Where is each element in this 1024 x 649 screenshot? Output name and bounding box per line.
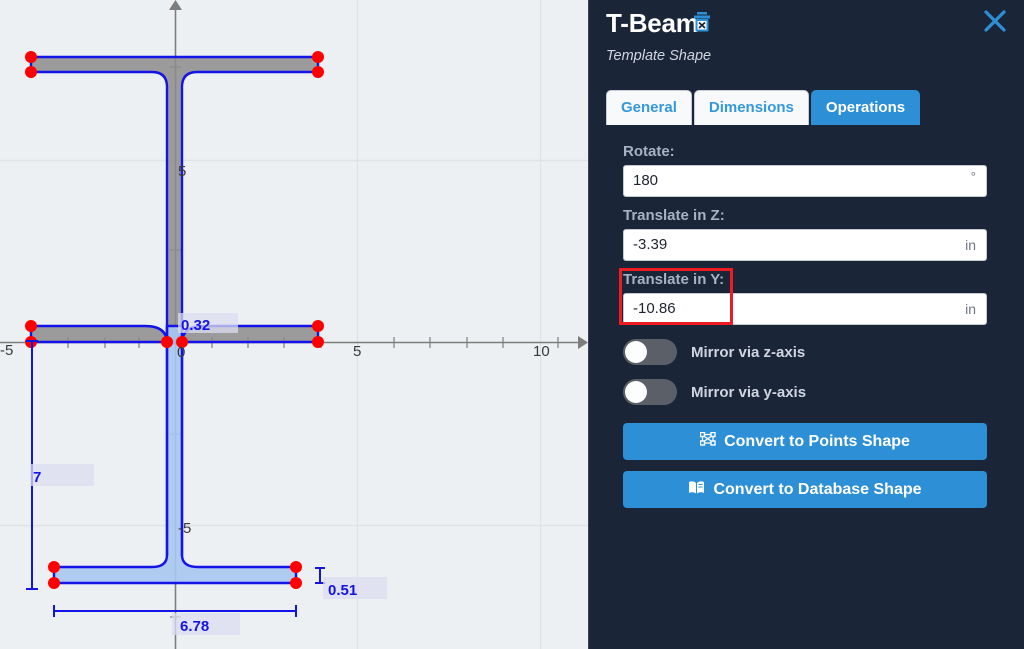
translate-y-label: Translate in Y: [623,271,725,288]
mirror-z-toggle[interactable] [623,339,677,365]
vector-nodes-icon [699,431,716,451]
x-tick-label: 5 [353,343,361,360]
rotate-unit: ° [970,169,976,184]
x-tick-label: 0 [177,344,185,361]
translate-z-value: -3.39 [633,236,668,253]
y-tick-label: -5 [178,520,191,537]
mirror-z-row: Mirror via z-axis [623,339,805,365]
shape-editor-app: -5 0 5 10 5 -5 0.32 7 0.51 6.78 T-Beam T… [0,0,1024,649]
rotate-label: Rotate: [623,143,675,160]
translate-y-input[interactable]: -10.86 in [623,293,987,325]
translate-y-unit: in [965,301,976,317]
preview-shape[interactable] [52,324,298,585]
convert-to-database-shape-button[interactable]: Convert to Database Shape [623,471,987,508]
y-axis-arrow [169,0,182,10]
close-icon[interactable] [983,9,1007,33]
x-tick-label: -5 [0,342,13,359]
toggle-knob [625,341,647,363]
translate-z-unit: in [965,237,976,253]
operations-form: Rotate: 180 ° Translate in Z: -3.39 in T… [606,125,1005,530]
mirror-y-label: Mirror via y-axis [691,383,807,401]
mirror-y-row: Mirror via y-axis [623,379,806,405]
dimension-overall-height: 7 [33,469,41,486]
translate-z-input[interactable]: -3.39 in [623,229,987,261]
original-shape[interactable] [29,55,320,345]
convert-to-points-shape-button[interactable]: Convert to Points Shape [623,423,987,460]
translate-y-value: -10.86 [633,300,676,317]
trash-delete-icon[interactable] [693,12,711,32]
x-tick-label: 10 [533,343,550,360]
page-title: T-Beam [606,8,699,38]
tab-dimensions[interactable]: Dimensions [693,90,809,125]
convert-to-database-shape-label: Convert to Database Shape [713,480,922,498]
tab-operations[interactable]: Operations [810,90,921,125]
tab-bar: General Dimensions Operations [606,90,921,125]
tab-general[interactable]: General [606,90,692,125]
rotate-value: 180 [633,172,659,189]
book-database-icon [688,480,705,500]
grid-lines [0,0,588,649]
toggle-knob [625,381,647,403]
mirror-y-toggle[interactable] [623,379,677,405]
x-axis-arrow [578,336,588,349]
translate-z-label: Translate in Z: [623,207,725,224]
dimension-flange-thickness: 0.51 [328,582,357,599]
shape-editor-canvas[interactable]: -5 0 5 10 5 -5 0.32 7 0.51 6.78 [0,0,588,649]
rotate-input[interactable]: 180 ° [623,165,987,197]
y-tick-label: 5 [178,163,186,180]
panel-subtitle: Template Shape [606,48,712,64]
dimension-web-thickness: 0.32 [181,317,210,334]
convert-to-points-shape-label: Convert to Points Shape [724,432,910,450]
mirror-z-label: Mirror via z-axis [691,343,806,361]
dimension-flange-width: 6.78 [180,618,209,635]
